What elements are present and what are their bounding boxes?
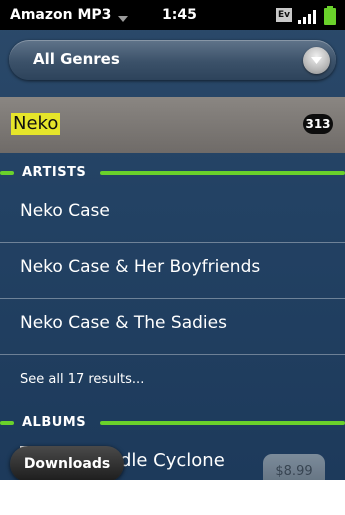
result-count-badge: 313 bbox=[303, 114, 333, 134]
clock: 1:45 bbox=[162, 7, 197, 23]
search-query-text[interactable]: Neko bbox=[11, 113, 61, 135]
chevron-down-icon[interactable] bbox=[303, 47, 330, 74]
search-field[interactable]: Neko 313 bbox=[0, 97, 345, 153]
app-screen: Amazon MP3 1:45 Ev All Genres Neko 313 A… bbox=[0, 0, 345, 480]
genre-dropdown-value: All Genres bbox=[33, 50, 120, 68]
chevron-down-icon[interactable] bbox=[116, 10, 130, 22]
artists-section-header: ARTISTS bbox=[0, 159, 345, 187]
network-ev-icon: Ev bbox=[276, 8, 292, 22]
artist-row[interactable]: Neko Case & The Sadies bbox=[0, 299, 345, 355]
artist-name: Neko Case bbox=[20, 201, 110, 221]
see-all-results-link[interactable]: See all 17 results... bbox=[20, 372, 144, 387]
artist-name: Neko Case & Her Boyfriends bbox=[20, 257, 261, 277]
status-bar: Amazon MP3 1:45 Ev bbox=[0, 0, 345, 30]
section-title: ARTISTS bbox=[22, 165, 87, 180]
artist-row[interactable]: Neko Case bbox=[0, 187, 345, 243]
signal-bars-icon bbox=[297, 8, 321, 24]
section-title: ALBUMS bbox=[22, 415, 87, 430]
genre-dropdown[interactable]: All Genres bbox=[9, 40, 336, 80]
section-divider bbox=[0, 421, 14, 425]
artist-row[interactable]: Neko Case & Her Boyfriends bbox=[0, 243, 345, 299]
artist-name: Neko Case & The Sadies bbox=[20, 313, 227, 333]
downloads-button[interactable]: Downloads bbox=[10, 446, 124, 480]
section-divider bbox=[100, 171, 345, 175]
app-menu-title[interactable]: Amazon MP3 bbox=[10, 7, 111, 23]
albums-section-header: ALBUMS bbox=[0, 409, 345, 437]
section-divider bbox=[100, 421, 345, 425]
section-divider bbox=[0, 171, 14, 175]
battery-icon bbox=[323, 6, 337, 25]
buy-price-button[interactable]: $8.99 bbox=[263, 454, 325, 480]
